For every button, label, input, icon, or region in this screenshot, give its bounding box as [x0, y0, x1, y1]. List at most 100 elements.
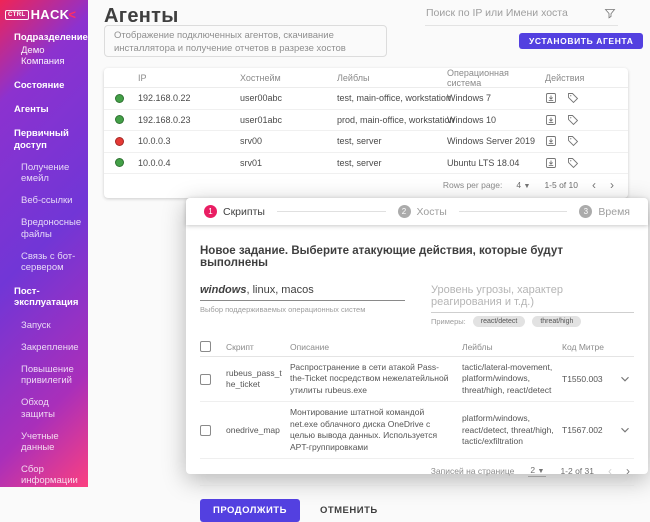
step-scripts[interactable]: 1 Скрипты [204, 205, 265, 218]
stepper-connector [276, 211, 386, 212]
step-hosts[interactable]: 2 Хосты [397, 205, 447, 218]
column-header-ip: IP [138, 73, 147, 83]
report-download-icon[interactable] [545, 92, 557, 104]
pagination-range: 1-5 of 10 [544, 180, 578, 190]
per-page-select[interactable]: 2 ▼ [528, 465, 547, 478]
sidebar-item-execution[interactable]: Запуск [0, 320, 84, 331]
script-labels: tactic/lateral-movement, platform/window… [462, 362, 553, 395]
select-all-checkbox[interactable] [200, 341, 211, 352]
script-checkbox[interactable] [200, 373, 211, 385]
sidebar-item-agents[interactable]: Агенты [0, 104, 84, 115]
step-label: Хосты [416, 205, 447, 218]
sidebar-item-post-exploitation[interactable]: Пост-эксплуатация [0, 286, 84, 308]
sidebar-item-initial-access[interactable]: Первичный доступ [0, 128, 84, 150]
sidebar-item-malicious-files[interactable]: Вредоносные файлы [0, 217, 84, 239]
os-filter-field[interactable]: windows, linux, macos Выбор поддерживаем… [200, 284, 405, 327]
mitre-code: T1567.002 [562, 425, 603, 436]
prev-page-icon[interactable]: ‹ [608, 465, 612, 477]
scripts-pagination: Записей на странице 2 ▼ 1-2 of 31 ‹ › [200, 459, 634, 483]
modal-stepper: 1 Скрипты 2 Хосты 3 Время [186, 198, 648, 225]
sidebar-item-weblinks[interactable]: Веб-ссылки [0, 195, 84, 206]
prev-page-icon[interactable]: ‹ [592, 179, 596, 191]
report-download-icon[interactable] [545, 135, 557, 147]
modal-footer: ПРОДОЛЖИТЬ ОТМЕНИТЬ [200, 486, 634, 522]
agent-os: Windows 10 [447, 114, 497, 125]
agent-hostname: user00abc [240, 93, 283, 104]
labels-filter-field[interactable]: Уровень угрозы, характер реагирования и … [431, 284, 634, 327]
agent-labels: test, main-office, workstation [337, 93, 451, 104]
step-label: Скрипты [223, 205, 265, 218]
column-header-actions: Действия [545, 73, 585, 83]
column-header-script: Скрипт [226, 341, 254, 352]
cancel-button[interactable]: ОТМЕНИТЬ [320, 505, 378, 516]
report-download-icon[interactable] [545, 157, 557, 169]
agent-ip: 10.0.0.4 [138, 157, 171, 168]
sidebar-item-persistence[interactable]: Закрепление [0, 342, 84, 353]
step-time[interactable]: 3 Время [579, 205, 630, 218]
agents-table-header: IP Хостнейм Лейблы Операционная система … [104, 68, 628, 88]
expand-row-icon[interactable] [618, 372, 632, 386]
step-label: Время [598, 205, 630, 218]
agent-labels: test, server [337, 157, 382, 168]
next-page-icon[interactable]: › [626, 465, 630, 477]
script-name: rubeus_pass_the_ticket [226, 368, 282, 390]
example-chip[interactable]: react/detect [472, 316, 526, 327]
tag-icon[interactable] [567, 92, 579, 104]
modal-title: Новое задание. Выберите атакующие действ… [200, 245, 564, 269]
os-filter-hint: Выбор поддерживаемых операционных систем [200, 305, 366, 314]
script-filters: windows, linux, macos Выбор поддерживаем… [200, 284, 634, 327]
next-page-icon[interactable]: › [610, 179, 614, 191]
sidebar-item-credentials[interactable]: Учетные данные [0, 431, 84, 453]
sidebar-item-privilege-escalation[interactable]: Повышение привилегий [0, 364, 84, 386]
tag-icon[interactable] [567, 114, 579, 126]
mitre-code: T1550.003 [562, 374, 603, 385]
sidebar-nav: Состояние Агенты Первичный доступ Получе… [0, 80, 88, 487]
agent-row: 192.168.0.23 user01abc prod, main-office… [104, 110, 628, 131]
stepper-connector [458, 211, 568, 212]
sidebar-item-email[interactable]: Получение емейл [0, 162, 84, 184]
report-download-icon[interactable] [545, 114, 557, 126]
example-chip[interactable]: threat/high [532, 316, 582, 327]
filter-icon[interactable] [604, 7, 616, 19]
tag-icon[interactable] [567, 135, 579, 147]
unit-label: Подразделение: [14, 32, 88, 43]
sidebar-item-collection[interactable]: Сбор информации [0, 464, 84, 486]
script-checkbox[interactable] [200, 424, 211, 436]
status-dot-offline [115, 136, 124, 146]
rows-per-page-select[interactable]: 4 ▼ [516, 180, 530, 190]
brand-accent-glyph: < [68, 7, 76, 22]
agent-hostname: srv01 [240, 157, 263, 168]
step-number: 3 [579, 205, 593, 218]
status-dot-online [115, 158, 124, 168]
script-name: onedrive_map [226, 424, 280, 435]
tag-icon[interactable] [567, 157, 579, 169]
script-labels: platform/windows, react/detect, threat/h… [462, 413, 554, 447]
sidebar: CTRL HACK < Подразделение: Демо Компания… [0, 0, 88, 487]
brand-logo[interactable]: CTRL HACK < [0, 5, 88, 28]
install-agent-button[interactable]: УСТАНОВИТЬ АГЕНТА [519, 33, 644, 49]
step-number: 1 [204, 205, 217, 218]
os-filter-value-bold: windows [200, 284, 247, 296]
agent-ip: 192.168.0.22 [138, 93, 191, 104]
status-dot-online [115, 93, 124, 103]
expand-row-icon[interactable] [618, 423, 632, 437]
agent-os: Ubuntu LTS 18.04 [447, 157, 520, 168]
sidebar-item-defense-evasion[interactable]: Обход защиты [0, 397, 84, 419]
continue-button[interactable]: ПРОДОЛЖИТЬ [200, 499, 300, 522]
agent-ip: 192.168.0.23 [138, 114, 191, 125]
page-description: Отображение подключенных агентов, скачив… [104, 25, 387, 57]
examples-label: Примеры: [431, 317, 466, 326]
script-row: onedrive_map Монтирование штатной команд… [200, 402, 634, 460]
sidebar-item-botserver[interactable]: Связь с бот-сервером [0, 251, 84, 273]
agent-row: 10.0.0.4 srv01 test, server Ubuntu LTS 1… [104, 153, 628, 174]
script-description: Монтирование штатной командой net.exe об… [290, 407, 438, 452]
search-input[interactable] [425, 2, 618, 26]
column-header-hostname: Хостнейм [240, 73, 281, 83]
script-row: rubeus_pass_the_ticket Распространение в… [200, 357, 634, 403]
sidebar-item-state[interactable]: Состояние [0, 80, 84, 91]
scripts-table-header: Скрипт Описание Лейблы Код Митре [200, 337, 634, 357]
agent-labels: test, server [337, 136, 382, 147]
per-page-label: Записей на странице [430, 466, 515, 477]
app-window: CTRL HACK < Подразделение: Демо Компания… [0, 0, 650, 522]
script-description: Распространение в сети атакой Pass-the-T… [290, 362, 449, 395]
